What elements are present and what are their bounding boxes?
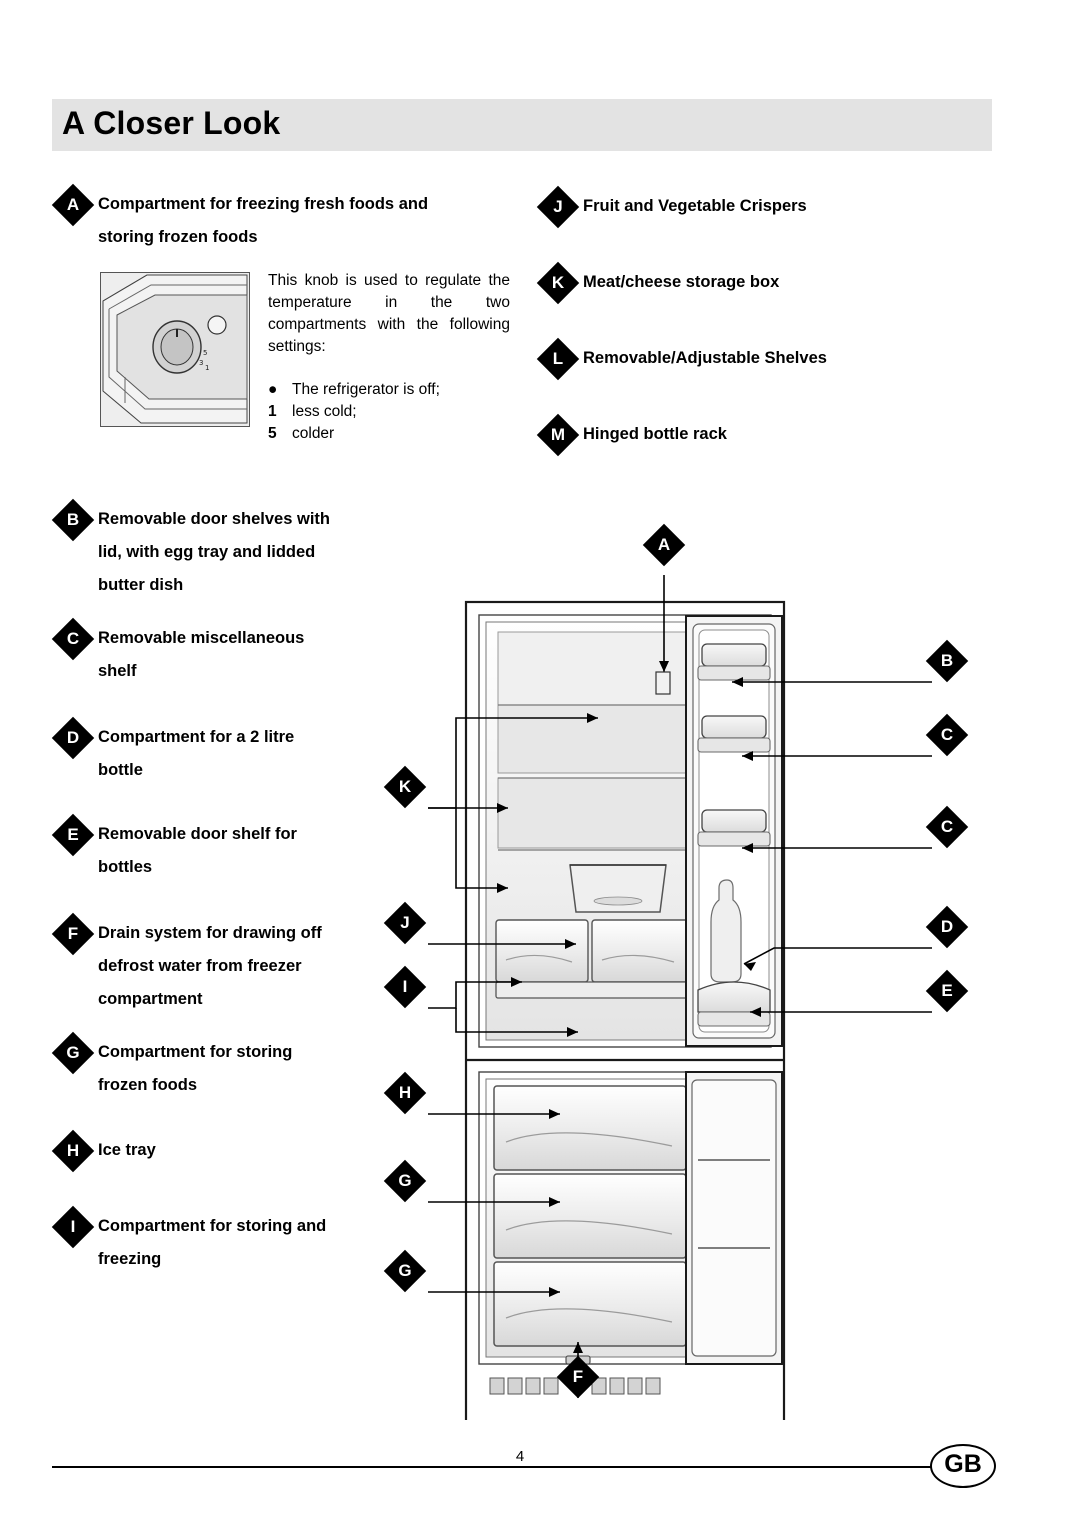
legend-letter: E (67, 825, 79, 844)
callout-marker-i: I (383, 965, 427, 1009)
page-title: A Closer Look (62, 105, 281, 141)
knob-setting-key: 1 (268, 403, 277, 420)
callout-marker-k: K (383, 765, 427, 809)
callout-letter: F (572, 1367, 584, 1386)
knob-setting-label: colder (292, 425, 335, 442)
legend-letter: J (553, 197, 563, 216)
callout-letter: C (940, 817, 954, 836)
refrigerator-diagram (380, 520, 1000, 1420)
legend-letter: M (550, 425, 566, 444)
callout-letter: K (398, 777, 412, 796)
manual-page: A Closer Look A Compartment for freezing… (0, 0, 1080, 1527)
footer-divider (52, 1466, 932, 1468)
callout-letter: I (402, 977, 408, 996)
legend-letter: K (551, 273, 565, 292)
callout-letter: C (940, 725, 954, 744)
legend-marker-k: K (536, 261, 580, 305)
knob-setting-row: 1 less cold; (268, 401, 518, 423)
legend-letter: L (552, 349, 564, 368)
callout-marker-g1: G (383, 1159, 427, 1203)
legend-item-e: Removable door shelf for bottles (98, 825, 297, 876)
legend-marker-l: L (536, 337, 580, 381)
legend-item-f: Drain system for drawing off defrost wat… (98, 924, 322, 1008)
legend-item-m: Hinged bottle rack (583, 425, 727, 443)
legend-item-d: Compartment for a 2 litre bottle (98, 728, 295, 779)
callout-marker-b: B (925, 639, 969, 683)
callout-marker-f: F (556, 1355, 600, 1399)
callout-marker-h: H (383, 1071, 427, 1115)
legend-item-j: Fruit and Vegetable Crispers (583, 197, 807, 215)
knob-setting-key: 5 (268, 425, 277, 442)
callout-marker-c2: C (925, 805, 969, 849)
callout-letter: A (657, 535, 671, 554)
legend-letter: D (66, 728, 80, 747)
legend-letter: F (67, 924, 79, 943)
callout-marker-d: D (925, 905, 969, 949)
callout-letter: G (398, 1171, 412, 1190)
legend-marker-i: I (51, 1205, 95, 1249)
legend-letter: C (66, 629, 80, 648)
callout-marker-c1: C (925, 713, 969, 757)
legend-letter: B (66, 510, 80, 529)
legend-item-l: Removable/Adjustable Shelves (583, 349, 827, 367)
legend-item-i: Compartment for storing and freezing (98, 1217, 327, 1268)
legend-letter: I (70, 1217, 76, 1236)
legend-marker-m: M (536, 413, 580, 457)
legend-letter: A (66, 195, 80, 214)
legend-item-a: Compartment for freezing fresh foods and… (98, 195, 429, 246)
legend-item-g: Compartment for storing frozen foods (98, 1043, 293, 1094)
legend-item-h: Ice tray (98, 1141, 156, 1159)
legend-marker-h: H (51, 1129, 95, 1173)
knob-setting-row: 5 colder (268, 423, 518, 445)
svg-text:3: 3 (199, 359, 203, 367)
callout-letter: B (940, 651, 954, 670)
knob-setting-label: less cold; (292, 403, 357, 420)
callout-marker-g2: G (383, 1249, 427, 1293)
knob-setting-key: ● (268, 381, 278, 398)
knob-setting-row: ● The refrigerator is off; (268, 379, 518, 401)
legend-marker-j: J (536, 185, 580, 229)
callout-letter: J (400, 913, 410, 932)
legend-letter: H (66, 1141, 80, 1160)
legend-item-c: Removable miscellaneous shelf (98, 629, 305, 680)
legend-marker-f: F (51, 912, 95, 956)
svg-text:1: 1 (205, 364, 209, 372)
legend-marker-b: B (51, 498, 95, 542)
callout-letter: G (398, 1261, 412, 1280)
legend-marker-d: D (51, 716, 95, 760)
knob-settings-list: ● The refrigerator is off; 1 less cold; 5c… (268, 379, 518, 445)
legend-marker-c: C (51, 617, 95, 661)
callout-letter: H (398, 1083, 412, 1102)
language-badge: GB (930, 1444, 996, 1488)
temperature-knob-illustration: 5 3 1 (100, 272, 250, 427)
knob-description: This knob is used to regulate the temper… (268, 272, 510, 355)
page-number: 4 (515, 1448, 525, 1465)
legend-marker-e: E (51, 813, 95, 857)
legend-item-b: Removable door shelves with lid, with eg… (98, 510, 330, 594)
legend-marker-g: G (51, 1031, 95, 1075)
svg-text:5: 5 (203, 349, 207, 357)
page-title-bar: A Closer Look (52, 99, 992, 151)
legend-letter: G (66, 1043, 80, 1062)
callout-letter: E (941, 981, 953, 1000)
callout-letter: D (940, 917, 954, 936)
knob-drawing: 5 3 1 (101, 273, 249, 426)
callout-marker-e: E (925, 969, 969, 1013)
refrigerator-drawing (428, 575, 932, 1420)
knob-setting-label: The refrigerator is off; (292, 381, 440, 398)
callout-marker-a: A (642, 523, 686, 567)
legend-marker-a: A (51, 183, 95, 227)
legend-item-k: Meat/cheese storage box (583, 273, 780, 291)
callout-marker-j: J (383, 901, 427, 945)
